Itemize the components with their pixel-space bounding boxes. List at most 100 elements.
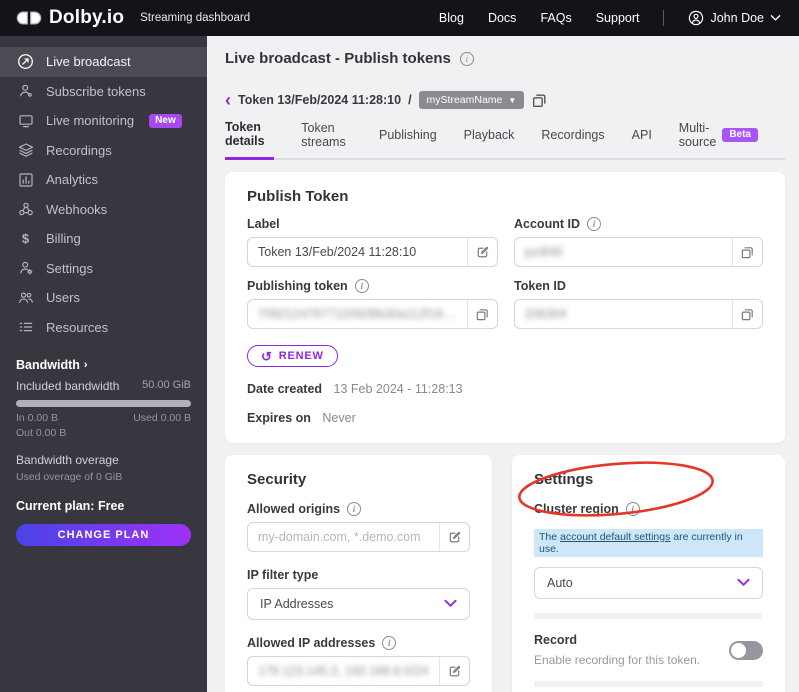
- ip-filter-type-select[interactable]: IP Addresses: [247, 588, 470, 620]
- publishing-token-label: Publishing token: [247, 279, 348, 293]
- bandwidth-panel: Bandwidth › Included bandwidth 50.00 GiB …: [0, 358, 207, 546]
- sidebar-item-webhooks[interactable]: Webhooks: [0, 195, 207, 225]
- bandwidth-overage-title: Bandwidth overage: [16, 453, 119, 467]
- renew-icon: ↺: [261, 348, 273, 364]
- sidebar-item-billing[interactable]: $ Billing: [0, 224, 207, 254]
- sidebar-item-label: Live monitoring: [46, 113, 135, 129]
- chevron-down-icon: [444, 597, 457, 611]
- tab-token-streams[interactable]: Token streams: [301, 120, 352, 158]
- copy-publishing-token-button[interactable]: [467, 300, 497, 328]
- person-icon: [17, 83, 34, 100]
- back-chevron-icon[interactable]: ‹: [225, 91, 231, 109]
- account-id-info-icon[interactable]: i: [586, 217, 601, 231]
- edit-allowed-ips-button[interactable]: [439, 657, 469, 685]
- account-default-settings-link[interactable]: account default settings: [560, 531, 670, 543]
- sidebar-item-recordings[interactable]: Recordings: [0, 136, 207, 166]
- sidebar: Live broadcast Subscribe tokens Live mon…: [0, 36, 207, 692]
- included-bandwidth-label: Included bandwidth: [16, 379, 120, 393]
- sidebar-item-label: Subscribe tokens: [46, 83, 146, 99]
- nav-link-faqs[interactable]: FAQs: [540, 11, 571, 25]
- breadcrumb-token[interactable]: Token 13/Feb/2024 11:28:10: [238, 93, 401, 107]
- tab-recordings[interactable]: Recordings: [541, 120, 604, 158]
- bandwidth-overage-value: Used overage of 0 GiB: [16, 471, 123, 483]
- tab-bar: Token details Token streams Publishing P…: [225, 120, 785, 160]
- sidebar-item-subscribe-tokens[interactable]: Subscribe tokens: [0, 77, 207, 107]
- sidebar-item-live-broadcast[interactable]: Live broadcast: [0, 47, 207, 77]
- change-plan-button[interactable]: CHANGE PLAN: [16, 524, 191, 546]
- user-avatar-icon: [688, 10, 704, 26]
- edit-label-button[interactable]: [467, 238, 497, 266]
- page-title: Live broadcast - Publish tokens: [225, 50, 451, 67]
- bandwidth-title[interactable]: Bandwidth ›: [16, 358, 191, 372]
- allowed-ips-redacted-placeholder: 178.123.145.2, 192.168.6.0/24: [258, 664, 429, 678]
- copy-account-id-button[interactable]: [732, 238, 762, 266]
- bandwidth-in-value: In 0.00 B: [16, 412, 59, 424]
- tab-api[interactable]: API: [632, 120, 652, 158]
- sidebar-item-users[interactable]: Users: [0, 283, 207, 313]
- ip-filter-type-label: IP filter type: [247, 568, 319, 582]
- nav-link-blog[interactable]: Blog: [439, 11, 464, 25]
- info-icon[interactable]: i: [459, 51, 474, 66]
- cluster-region-select[interactable]: Auto: [534, 567, 763, 599]
- sidebar-item-label: Live broadcast: [46, 54, 131, 70]
- nav-link-support[interactable]: Support: [596, 11, 640, 25]
- allowed-ip-addresses-input[interactable]: 178.123.145.2, 192.168.6.0/24: [247, 656, 470, 686]
- sidebar-item-settings[interactable]: Settings: [0, 254, 207, 284]
- dolby-double-d-icon: [14, 9, 44, 27]
- bandwidth-progress-bar: [16, 400, 191, 407]
- bar-chart-icon: [17, 171, 34, 188]
- allowed-origins-info-icon[interactable]: i: [347, 502, 362, 516]
- user-name: John Doe: [710, 11, 764, 25]
- edit-allowed-origins-button[interactable]: [439, 523, 469, 551]
- tab-multi-source[interactable]: Multi-source Beta: [679, 120, 758, 158]
- allowed-origins-input[interactable]: my-domain.com, *.demo.com: [247, 522, 470, 552]
- product-name: Streaming dashboard: [140, 12, 251, 24]
- breadcrumb-separator: /: [408, 93, 412, 107]
- chevron-right-icon: ›: [83, 359, 88, 371]
- list-icon: [17, 319, 34, 336]
- top-navbar: Dolby.io Streaming dashboard Blog Docs F…: [0, 0, 799, 36]
- date-created-value: 13 Feb 2024 - 11:28:13: [333, 382, 463, 396]
- divider: [534, 613, 763, 619]
- label-field-label: Label: [247, 217, 280, 231]
- settings-card: Settings Cluster region i The account de…: [512, 455, 785, 692]
- allowed-ip-addresses-label: Allowed IP addresses: [247, 636, 376, 650]
- publishing-token-info-icon[interactable]: i: [354, 279, 369, 293]
- token-id-field[interactable]: 206304: [514, 299, 763, 329]
- stream-name-dropdown[interactable]: myStreamName ▼: [418, 91, 525, 109]
- security-card: Security Allowed origins i my-domain.com…: [225, 455, 492, 692]
- allowed-ip-addresses-info-icon[interactable]: i: [382, 636, 397, 650]
- sidebar-item-label: Webhooks: [46, 201, 108, 217]
- bandwidth-out-value: Out 0.00 B: [16, 427, 67, 439]
- date-created-label: Date created: [247, 382, 323, 396]
- token-id-redacted-value: 206304: [525, 307, 567, 321]
- tab-token-details[interactable]: Token details: [225, 120, 275, 160]
- tab-publishing[interactable]: Publishing: [379, 120, 437, 158]
- sidebar-item-analytics[interactable]: Analytics: [0, 165, 207, 195]
- dolby-logo[interactable]: Dolby.io: [14, 7, 124, 29]
- record-label: Record: [534, 633, 578, 647]
- token-id-label: Token ID: [514, 279, 566, 293]
- sidebar-item-resources[interactable]: Resources: [0, 313, 207, 343]
- caret-down-icon: ▼: [508, 95, 517, 105]
- webhook-icon: [17, 201, 34, 218]
- publishing-token-field[interactable]: 7092124787712092Bb30a112f199ud79.7t...: [247, 299, 498, 329]
- publish-token-title: Publish Token: [247, 188, 349, 205]
- user-menu[interactable]: John Doe: [688, 10, 781, 26]
- current-plan-label: Current plan: Free: [16, 499, 125, 513]
- copy-token-id-button[interactable]: [732, 300, 762, 328]
- sidebar-item-label: Analytics: [46, 172, 99, 188]
- nav-divider: [663, 10, 665, 26]
- account-id-field[interactable]: jun846: [514, 237, 763, 267]
- tab-playback[interactable]: Playback: [464, 120, 515, 158]
- renew-button[interactable]: ↺ RENEW: [247, 345, 338, 367]
- record-toggle[interactable]: [729, 640, 763, 660]
- expires-on-label: Expires on: [247, 411, 311, 425]
- nav-link-docs[interactable]: Docs: [488, 11, 516, 25]
- sidebar-item-live-monitoring[interactable]: Live monitoring New: [0, 106, 207, 136]
- copy-stream-name-button[interactable]: [531, 92, 548, 109]
- label-input[interactable]: Token 13/Feb/2024 11:28:10: [247, 237, 498, 267]
- cluster-region-note: The account default settings are current…: [534, 529, 763, 557]
- brand-name: Dolby.io: [49, 7, 125, 28]
- cluster-region-info-icon[interactable]: i: [625, 502, 640, 516]
